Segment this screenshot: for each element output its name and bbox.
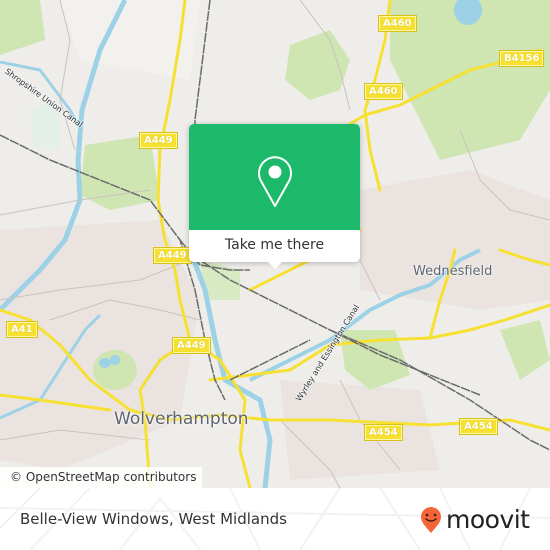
road-shield-a454: A454 — [459, 418, 498, 435]
popup-pointer — [267, 261, 283, 269]
road-shield-a460: A460 — [364, 83, 403, 100]
map-view[interactable]: Shropshire Union Canal Wyrley and Essing… — [0, 0, 550, 488]
road-shield-a460: A460 — [378, 15, 417, 32]
location-popup: Take me there — [189, 124, 360, 269]
place-label-wolverhampton: Wolverhampton — [114, 409, 249, 429]
map-pin-icon — [258, 156, 292, 207]
moovit-smiley-pin-icon — [421, 507, 441, 533]
road-shield-a449: A449 — [172, 337, 211, 354]
popup-header — [189, 124, 360, 230]
road-shield-a449: A449 — [139, 132, 178, 149]
urban-area — [360, 170, 550, 310]
business-name: Belle-View Windows, West Midlands — [20, 510, 287, 528]
take-me-there-button[interactable]: Take me there — [189, 230, 360, 262]
road-shield-a41: A41 — [6, 321, 38, 338]
lake — [110, 355, 120, 365]
moovit-logo[interactable]: moovit — [420, 502, 530, 538]
road-shield-a454: A454 — [364, 424, 403, 441]
moovit-wordmark: moovit — [446, 505, 530, 534]
lake — [99, 358, 111, 368]
road-shield-b4156: B4156 — [498, 50, 545, 67]
map-attribution[interactable]: © OpenStreetMap contributors — [0, 467, 203, 488]
place-label-wednesfield: Wednesfield — [413, 264, 493, 279]
footer-bar: Belle-View Windows, West Midlands moovit — [0, 488, 550, 550]
road-shield-a449: A449 — [153, 247, 192, 264]
